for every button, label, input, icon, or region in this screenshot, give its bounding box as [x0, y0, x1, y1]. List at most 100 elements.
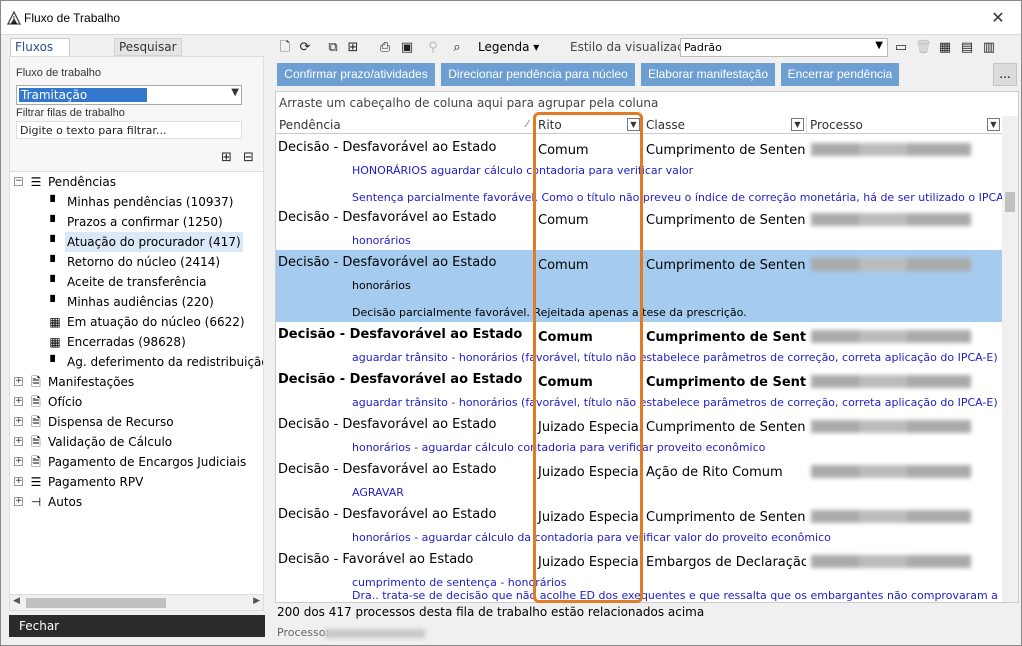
group-panel-hint: Arraste um cabeçalho de coluna aqui para… [279, 96, 659, 110]
pin-icon: ▘ [50, 255, 60, 269]
processo-footer: Processo: [277, 626, 425, 639]
redacted-processo [811, 258, 971, 271]
grid-vertical-scrollbar[interactable] [1002, 116, 1018, 602]
legenda-dropdown[interactable]: Legenda ▾ [478, 40, 539, 54]
table-row[interactable]: Decisão - Favorável ao Estado Juizado Es… [276, 547, 1004, 602]
expand-icon[interactable]: + [14, 397, 23, 406]
redacted-processo [325, 629, 425, 638]
estilo-select[interactable]: Padrão ▼ [680, 38, 888, 57]
status-text: 200 dos 417 processos desta fila de trab… [277, 605, 705, 619]
table-row-selected[interactable]: Decisão - Desfavorável ao Estado Comum C… [276, 250, 1004, 322]
table-row[interactable]: Decisão - Desfavorável ao Estado Comum C… [276, 367, 1004, 412]
app-window: Fluxo de Trabalho ✕ Fluxos de trabalho P… [0, 0, 1022, 646]
search-icon[interactable]: ⌕ [449, 40, 465, 56]
grid-icon: ▦ [49, 315, 61, 329]
document-icon: 🗎 [31, 395, 41, 409]
scroll-thumb[interactable] [1005, 192, 1015, 212]
elaborar-manifestacao-button[interactable]: Elaborar manifestação [641, 63, 775, 86]
grid-toolbar: 🗋 ⟳ ⧉ ⊞ ⎙ ▣ ⚲ ⌕ Legenda ▾ Estilo da visu… [275, 37, 1021, 59]
document-icon: 🗎 [31, 435, 41, 449]
document-icon: 🗎 [31, 455, 41, 469]
expand-icon[interactable]: + [14, 497, 23, 506]
sort-icon: ⁄ [526, 119, 528, 130]
grid-icon: ▦ [49, 335, 61, 349]
column-header-rito[interactable]: Rito ▼ [535, 116, 643, 134]
filter-dropdown-icon[interactable]: ▼ [987, 118, 1000, 131]
direcionar-pendencia-button[interactable]: Direcionar pendência para núcleo [441, 63, 635, 86]
collapse-icon[interactable]: − [14, 177, 23, 186]
close-window-button[interactable]: ✕ [975, 1, 1021, 35]
redacted-processo [811, 330, 971, 343]
hierarchy-icon: ⊣ [30, 495, 42, 509]
filter-dropdown-icon[interactable]: ▼ [791, 118, 804, 131]
scroll-right-icon[interactable]: ▶ [253, 596, 260, 606]
title-bar: Fluxo de Trabalho ✕ [1, 1, 1021, 35]
tab-fluxos-de-trabalho[interactable]: Fluxos de trabalho [10, 38, 71, 88]
pin-icon: ▘ [50, 275, 60, 289]
list-icon: ☰ [30, 175, 42, 189]
pin-icon: ▘ [50, 235, 60, 249]
pendencias-grid: Arraste um cabeçalho de coluna aqui para… [275, 91, 1019, 603]
expand-icon[interactable]: + [14, 477, 23, 486]
column-header-pendencia[interactable]: Pendência ⁄ [276, 116, 535, 134]
new-document-icon[interactable]: 🗋 [277, 40, 293, 56]
expand-icon[interactable]: + [14, 377, 23, 386]
fechar-button[interactable]: Fechar [9, 615, 265, 637]
scroll-thumb[interactable] [26, 598, 166, 608]
pin-icon: ▘ [50, 215, 60, 229]
expand-icon[interactable]: + [14, 437, 23, 446]
chevron-down-icon: ▼ [875, 40, 883, 51]
table-row[interactable]: Decisão - Desfavorável ao Estado Comum C… [276, 205, 1004, 250]
tab-pesquisar[interactable]: Pesquisar [114, 38, 182, 56]
left-pane: Fluxos de trabalho Pesquisar Fluxo de tr… [7, 37, 265, 637]
column-header-processo[interactable]: Processo ▼ [807, 116, 1002, 134]
fluxo-select[interactable]: Tramitação processual ▼ [16, 85, 242, 116]
expand-icon[interactable]: + [14, 417, 23, 426]
save-icon[interactable]: ▣ [399, 40, 415, 56]
list-icon: ☰ [30, 475, 42, 489]
fluxo-select-value: Tramitação processual [19, 88, 147, 116]
filter-dropdown-icon[interactable]: ▼ [627, 118, 640, 131]
copy-icon[interactable]: ⧉ [325, 40, 341, 56]
encerrar-pendencia-button[interactable]: Encerrar pendência [781, 63, 899, 86]
pin-icon: ▘ [50, 295, 60, 309]
filtrar-input[interactable]: Digite o texto para filtrar... [16, 121, 242, 139]
window-title: Fluxo de Trabalho [24, 11, 121, 25]
delete-view-icon[interactable]: 🗑 [915, 40, 932, 56]
collapse-all-icon[interactable]: ⊟ [243, 150, 254, 165]
group-icon[interactable]: ⊞ [345, 40, 361, 56]
filtrar-label: Filtrar filas de trabalho [16, 107, 125, 119]
more-actions-button[interactable]: ... [993, 63, 1017, 86]
document-icon: 🗎 [31, 375, 41, 389]
table-row[interactable]: Decisão - Desfavorável ao Estado Juizado… [276, 502, 1004, 547]
filter-icon[interactable]: ▥ [981, 40, 997, 56]
redacted-processo [811, 213, 971, 226]
pin-icon: ▘ [50, 355, 60, 369]
fluxo-label: Fluxo de trabalho [16, 67, 101, 79]
action-bar: Confirmar prazo/atividades Direcionar pe… [277, 63, 1019, 87]
workflow-tree: − ☰ Pendências ▘ Minhas pendências (10937) … [9, 171, 264, 601]
layout-icon[interactable]: ▤ [959, 40, 975, 56]
columns-icon[interactable]: ▦ [937, 40, 953, 56]
table-row[interactable]: Decisão - Desfavorável ao Estado Juizado… [276, 457, 1004, 502]
redacted-processo [811, 510, 971, 523]
redacted-processo [811, 465, 971, 478]
print-icon[interactable]: ⎙ [377, 40, 393, 56]
document-icon: 🗎 [31, 415, 41, 429]
scroll-left-icon[interactable]: ◀ [13, 596, 20, 606]
table-row[interactable]: Decisão - Desfavorável ao Estado Comum C… [276, 322, 1004, 367]
app-logo-icon [7, 11, 21, 25]
redacted-processo [811, 555, 971, 568]
tree-horizontal-scrollbar[interactable]: ◀ ▶ [9, 594, 264, 611]
expand-all-icon[interactable]: ⊞ [221, 150, 232, 165]
grid-header: Pendência ⁄ Rito ▼ Classe ▼ Processo ▼ [276, 116, 1004, 134]
refresh-icon[interactable]: ⟳ [297, 40, 313, 56]
column-header-classe[interactable]: Classe ▼ [643, 116, 807, 134]
expand-icon[interactable]: + [14, 457, 23, 466]
link-icon[interactable]: ⚲ [425, 40, 441, 56]
save-view-icon[interactable]: ▭ [893, 40, 909, 56]
table-row[interactable]: Decisão - Desfavorável ao Estado Comum C… [276, 135, 1007, 205]
confirmar-prazo-button[interactable]: Confirmar prazo/atividades [277, 63, 435, 86]
pin-icon: ▘ [50, 195, 60, 209]
table-row[interactable]: Decisão - Desfavorável ao Estado Juizado… [276, 412, 1004, 457]
